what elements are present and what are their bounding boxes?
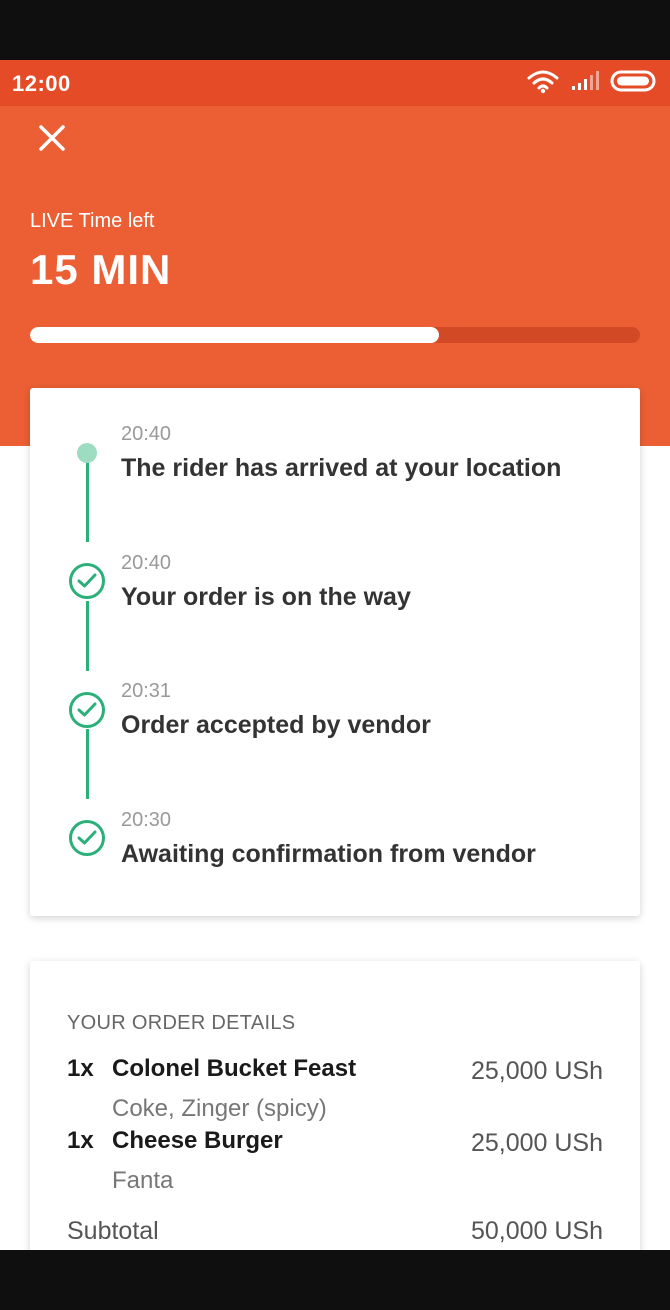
check-circle-icon — [69, 820, 105, 856]
timeline-status-text: Awaiting confirmation from vendor — [121, 840, 536, 868]
live-time-left-label: LIVE Time left — [30, 210, 155, 232]
order-tracking-screen: LIVE Time left 15 MIN 20:40 The rider ha… — [0, 106, 670, 1250]
close-button[interactable] — [32, 120, 72, 160]
signal-icon — [570, 70, 600, 97]
timeline-status-text: Your order is on the way — [121, 583, 411, 611]
timeline-connector — [86, 601, 89, 671]
check-circle-icon — [69, 692, 105, 728]
check-circle-icon — [69, 563, 105, 599]
timeline-time: 20:40 — [121, 423, 172, 445]
current-status-dot — [77, 443, 97, 463]
close-icon[interactable] — [38, 124, 66, 157]
item-price: 25,000 USh — [470, 1129, 603, 1157]
status-time: 12:00 — [12, 71, 71, 96]
item-extras: Coke, Zinger (spicy) — [112, 1095, 327, 1122]
wifi-icon — [526, 68, 560, 99]
delivery-progress-fill — [30, 327, 439, 343]
item-name: Cheese Burger — [112, 1127, 283, 1154]
order-details-card: YOUR ORDER DETAILS 1x Colonel Bucket Fea… — [30, 961, 640, 1250]
timeline-status-text: The rider has arrived at your location — [121, 454, 562, 482]
status-icons — [526, 70, 658, 96]
order-details-title: YOUR ORDER DETAILS — [67, 1012, 296, 1034]
timeline-time: 20:31 — [121, 680, 172, 702]
bottom-bezel — [0, 1250, 670, 1310]
timeline-time: 20:40 — [121, 552, 172, 574]
item-extras: Fanta — [112, 1167, 174, 1194]
item-name: Colonel Bucket Feast — [112, 1055, 357, 1082]
timeline-card: 20:40 The rider has arrived at your loca… — [30, 388, 640, 916]
delivery-progress-bar — [30, 327, 640, 343]
item-quantity: 1x — [67, 1055, 94, 1082]
status-bar: 12:00 — [0, 60, 670, 106]
time-left-value: 15 MIN — [30, 246, 172, 293]
timeline-status-text: Order accepted by vendor — [121, 711, 431, 739]
timeline-connector — [86, 729, 89, 799]
subtotal-value: 50,000 USh — [470, 1217, 603, 1245]
timeline-time: 20:30 — [121, 809, 172, 831]
top-bezel — [0, 0, 670, 60]
subtotal-label: Subtotal — [67, 1217, 159, 1245]
timeline-connector — [86, 452, 89, 542]
item-price: 25,000 USh — [470, 1057, 603, 1085]
item-quantity: 1x — [67, 1127, 94, 1154]
battery-icon — [610, 70, 658, 97]
